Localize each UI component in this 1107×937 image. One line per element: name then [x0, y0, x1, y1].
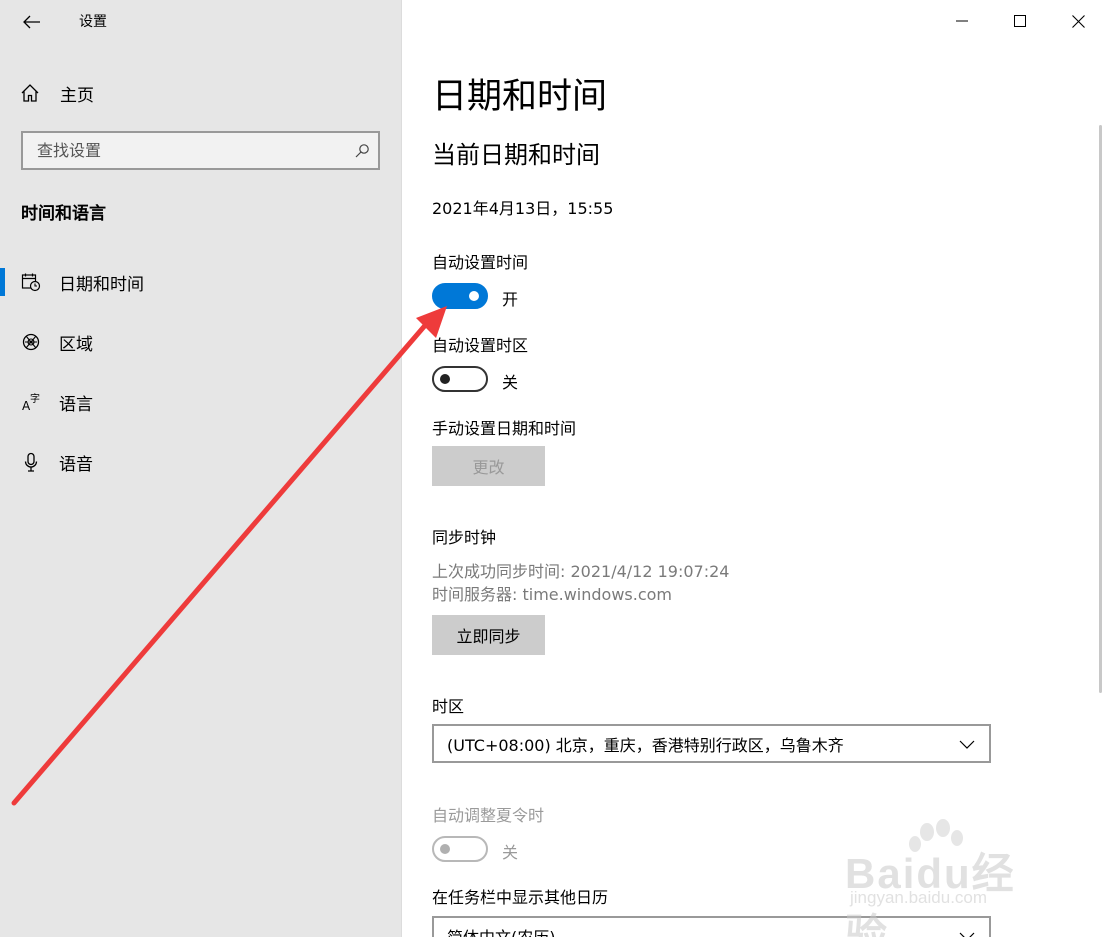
sidebar-item-label: 语音: [59, 454, 93, 475]
timezone-value: (UTC+08:00) 北京，重庆，香港特别行政区，乌鲁木齐: [447, 735, 844, 755]
manual-datetime-label: 手动设置日期和时间: [432, 419, 577, 438]
auto-timezone-toggle[interactable]: [432, 366, 488, 392]
page-title: 日期和时间: [432, 77, 608, 117]
sync-clock-label: 同步时钟: [432, 528, 497, 547]
search-input[interactable]: [37, 141, 354, 160]
minimize-button[interactable]: [933, 0, 991, 42]
auto-time-label: 自动设置时间: [432, 253, 529, 272]
main-pane: 日期和时间 当前日期和时间 2021年4月13日，15:55 自动设置时间 开 …: [401, 0, 1107, 937]
close-icon: [1071, 14, 1085, 28]
calendar-clock-icon: [21, 272, 41, 292]
sidebar-item-region[interactable]: 区域: [0, 322, 401, 362]
sync-now-button[interactable]: 立即同步: [432, 615, 545, 655]
sidebar: 设置 主页 时间和语言 日期和时间: [0, 0, 401, 937]
baidu-watermark: Baidu经验 jingyan.baidu.com: [845, 818, 1045, 937]
chevron-down-icon: [959, 740, 975, 749]
change-button[interactable]: 更改: [432, 446, 545, 486]
toggle-knob: [440, 374, 450, 384]
svg-text:字: 字: [30, 392, 40, 405]
sidebar-item-label: 日期和时间: [59, 274, 144, 295]
back-button[interactable]: [18, 8, 46, 36]
current-datetime: 2021年4月13日，15:55: [432, 199, 614, 218]
app-title: 设置: [79, 14, 107, 30]
maximize-icon: [1014, 15, 1026, 27]
sidebar-item-speech[interactable]: 语音: [0, 442, 401, 482]
language-icon: A 字: [21, 392, 41, 412]
sidebar-item-label: 区域: [59, 334, 93, 355]
microphone-icon: [21, 452, 41, 472]
timezone-select[interactable]: (UTC+08:00) 北京，重庆，香港特别行政区，乌鲁木齐: [432, 724, 991, 763]
window-controls: [933, 0, 1107, 42]
close-button[interactable]: [1049, 0, 1107, 42]
section-title: 时间和语言: [21, 204, 106, 224]
toggle-knob: [469, 291, 479, 301]
sidebar-nav: 日期和时间 区域 A 字 语言 语音: [0, 262, 401, 482]
globe-icon: [21, 332, 41, 352]
calendar-label: 在任务栏中显示其他日历: [432, 888, 609, 907]
timezone-label: 时区: [432, 697, 465, 716]
auto-timezone-state: 关: [502, 373, 519, 392]
dst-label: 自动调整夏令时: [432, 806, 545, 825]
last-sync-text: 上次成功同步时间: 2021/4/12 19:07:24: [432, 562, 730, 581]
auto-timezone-label: 自动设置时区: [432, 336, 529, 355]
auto-time-state: 开: [502, 290, 519, 309]
sidebar-item-language[interactable]: A 字 语言: [0, 382, 401, 422]
home-label: 主页: [60, 85, 94, 106]
toggle-knob: [440, 844, 450, 854]
scrollbar[interactable]: [1099, 125, 1102, 693]
search-icon[interactable]: [354, 143, 370, 159]
time-server-text: 时间服务器: time.windows.com: [432, 585, 673, 604]
sidebar-item-home[interactable]: 主页: [20, 80, 94, 106]
search-box[interactable]: [21, 131, 380, 170]
calendar-value: 简体中文(农历): [447, 927, 556, 937]
home-icon: [21, 84, 39, 102]
dst-toggle[interactable]: [432, 836, 488, 862]
sidebar-item-date-time[interactable]: 日期和时间: [0, 262, 401, 302]
dst-state: 关: [502, 843, 519, 862]
maximize-button[interactable]: [991, 0, 1049, 42]
section-subtitle: 当前日期和时间: [432, 141, 600, 169]
auto-time-toggle[interactable]: [432, 283, 488, 309]
sidebar-item-label: 语言: [59, 394, 93, 415]
watermark-url: jingyan.baidu.com: [850, 888, 988, 907]
minimize-icon: [956, 20, 968, 22]
back-arrow-icon: [23, 15, 40, 29]
